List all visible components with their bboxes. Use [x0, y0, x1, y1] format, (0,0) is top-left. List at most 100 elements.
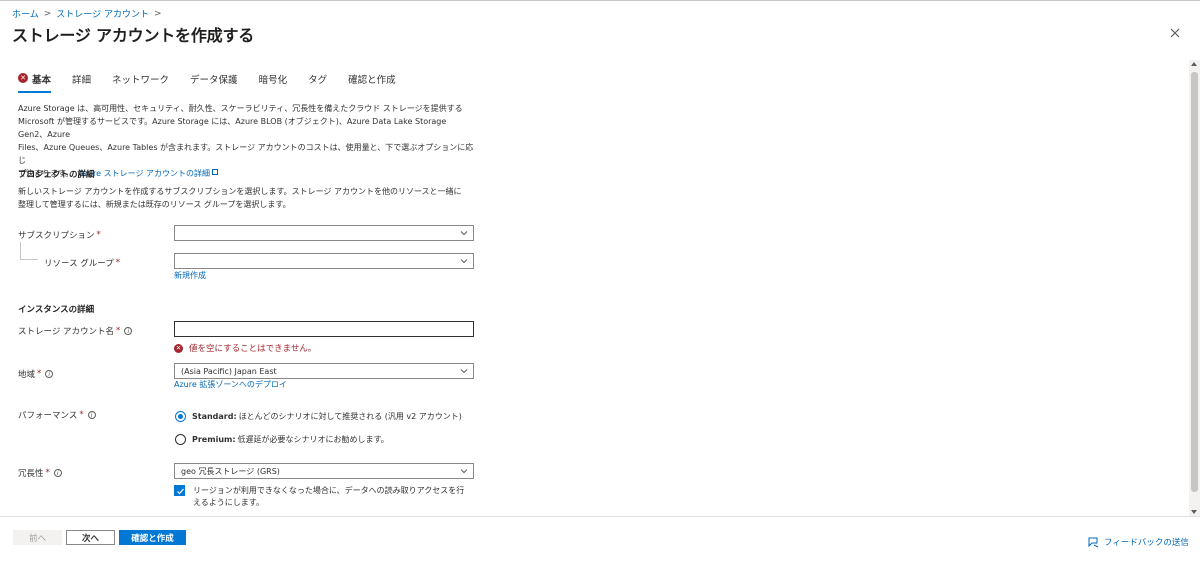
redundancy-dropdown[interactable]: geo 冗長ストレージ (GRS): [174, 463, 474, 479]
required-marker: *: [37, 369, 42, 379]
option-title: Standard:: [192, 412, 237, 421]
required-marker: *: [115, 258, 121, 268]
error-icon: ✕: [18, 73, 28, 83]
resource-group-dropdown[interactable]: [174, 253, 474, 269]
error-text: 値を空にすることはできません。: [189, 344, 317, 354]
wizard-tabs: ✕ 基本 詳細 ネットワーク データ保護 暗号化 タグ 確認と作成: [18, 72, 417, 94]
dropdown-value: (Asia Pacific) Japan East: [181, 366, 277, 376]
required-marker: *: [116, 326, 121, 336]
performance-label: パフォーマンス * i: [18, 409, 96, 421]
tab-data-protection[interactable]: データ保護: [190, 72, 238, 94]
more-options-icon[interactable]: ···: [211, 27, 225, 40]
region-label: 地域 * i: [18, 368, 54, 380]
tab-label: 暗号化: [258, 75, 288, 86]
required-marker: *: [45, 468, 50, 478]
footer-divider: [0, 516, 1200, 517]
radio-unselected[interactable]: [175, 434, 186, 445]
info-icon[interactable]: i: [124, 327, 133, 335]
tab-basics[interactable]: ✕ 基本: [18, 72, 52, 94]
vertical-scrollbar[interactable]: [1189, 60, 1200, 516]
tab-label: 基本: [32, 75, 52, 86]
external-link-icon: [212, 169, 218, 175]
performance-premium-option[interactable]: Premium: 低遅延が必要なシナリオにお勧めします。: [175, 434, 389, 445]
label-text: 冗長性: [18, 469, 44, 479]
intro-line: Azure Storage は、高可用性、セキュリティ、耐久性、スケーラビリティ…: [18, 104, 463, 113]
label-text: パフォーマンス: [18, 411, 78, 421]
label-text: ストレージ アカウント名: [18, 327, 115, 337]
tab-review-create[interactable]: 確認と作成: [348, 72, 396, 94]
region-dropdown[interactable]: (Asia Pacific) Japan East: [174, 363, 474, 379]
description-line: 整理して管理するには、新規または既存のリソース グループを選択します。: [18, 200, 291, 209]
name-error-message: ✕ 値を空にすることはできません。: [174, 342, 316, 354]
breadcrumb-home[interactable]: ホーム: [12, 7, 39, 20]
instance-details-heading: インスタンスの詳細: [18, 305, 95, 315]
scroll-up-arrow-icon[interactable]: [1191, 62, 1197, 66]
option-text: ほとんどのシナリオに対して推奨される (汎用 v2 アカウント): [238, 412, 462, 421]
checkbox-label-line: えるようにします。: [193, 498, 264, 507]
subscription-dropdown[interactable]: [174, 225, 474, 241]
tab-tags[interactable]: タグ: [308, 72, 327, 94]
top-border: [0, 0, 1200, 1]
read-access-checkbox-row[interactable]: リージョンが利用できなくなった場合に、データへの読み取りアクセスを行 えるように…: [174, 485, 474, 509]
read-access-text: リージョンが利用できなくなった場合に、データへの読み取りアクセスを行 えるように…: [193, 485, 464, 509]
storage-account-name-input[interactable]: [174, 321, 474, 337]
project-details-heading: プロジェクトの詳細: [18, 170, 95, 180]
info-icon[interactable]: i: [45, 370, 54, 378]
checkbox-label-line: リージョンが利用できなくなった場合に、データへの読み取りアクセスを行: [193, 486, 465, 495]
next-button[interactable]: 次へ: [66, 530, 115, 545]
description-line: 新しいストレージ アカウントを作成するサブスクリプションを選択します。ストレージ…: [18, 187, 462, 196]
create-new-link[interactable]: 新規作成: [174, 270, 206, 281]
breadcrumb-separator: >: [153, 8, 162, 19]
dropdown-value: geo 冗長ストレージ (GRS): [181, 466, 280, 476]
edge-zone-link[interactable]: Azure 拡張ゾーンへのデプロイ: [174, 379, 287, 390]
read-access-checkbox[interactable]: [174, 485, 185, 496]
form-scroll-area: Azure Storage は、高可用性、セキュリティ、耐久性、スケーラビリティ…: [0, 96, 1188, 516]
option-title: Premium:: [192, 435, 236, 444]
scroll-down-arrow-icon[interactable]: [1191, 510, 1197, 514]
label-text: リソース グループ: [44, 259, 114, 269]
performance-standard-option[interactable]: Standard: ほとんどのシナリオに対して推奨される (汎用 v2 アカウン…: [175, 411, 462, 422]
chevron-down-icon: [460, 369, 468, 374]
breadcrumb-separator: >: [43, 8, 52, 19]
subscription-label: サブスクリプション *: [18, 229, 101, 241]
scrollbar-thumb[interactable]: [1191, 72, 1198, 492]
chevron-down-icon: [460, 469, 468, 474]
tab-label: タグ: [308, 75, 328, 86]
radio-selected[interactable]: [175, 411, 186, 422]
info-icon[interactable]: i: [53, 469, 62, 477]
checkmark-icon: [177, 488, 184, 495]
previous-button[interactable]: 前へ: [13, 530, 62, 545]
feedback-link[interactable]: フィードバックの送信: [1087, 536, 1189, 548]
close-icon[interactable]: [1168, 26, 1182, 40]
resource-group-label: リソース グループ *: [44, 257, 120, 269]
redundancy-label: 冗長性 * i: [18, 467, 62, 479]
tab-encryption[interactable]: 暗号化: [259, 72, 288, 94]
feedback-text: フィードバックの送信: [1104, 538, 1189, 548]
project-details-description: 新しいストレージ アカウントを作成するサブスクリプションを選択します。ストレージ…: [18, 185, 478, 211]
label-text: 地域: [18, 370, 36, 380]
storage-account-name-label: ストレージ アカウント名 * i: [18, 325, 133, 337]
required-marker: *: [96, 230, 101, 240]
chevron-down-icon: [460, 259, 468, 264]
intro-line: Files、Azure Queues、Azure Tables が含まれます。ス…: [18, 143, 474, 165]
tab-label: 詳細: [72, 75, 92, 86]
intro-line: Microsoft が管理するサービスです。Azure Storage には、A…: [18, 117, 447, 139]
required-marker: *: [79, 410, 84, 420]
learn-more-link[interactable]: Azure ストレージ アカウントの詳細: [78, 169, 210, 178]
chevron-down-icon: [460, 231, 468, 236]
tab-advanced[interactable]: 詳細: [72, 72, 91, 94]
label-text: サブスクリプション: [18, 231, 95, 241]
tab-label: 確認と作成: [348, 75, 396, 86]
feedback-icon: [1088, 537, 1099, 548]
tree-connector: [20, 242, 21, 259]
tab-label: ネットワーク: [112, 75, 170, 86]
tab-networking[interactable]: ネットワーク: [112, 72, 169, 94]
option-text: 低遅延が必要なシナリオにお勧めします。: [237, 435, 389, 444]
tree-connector: [20, 259, 38, 260]
info-icon[interactable]: i: [87, 411, 96, 419]
tab-label: データ保護: [190, 75, 238, 86]
review-create-button[interactable]: 確認と作成: [119, 530, 186, 545]
breadcrumb-storage-accounts[interactable]: ストレージ アカウント: [56, 7, 149, 20]
error-icon: ✕: [174, 343, 183, 353]
breadcrumb: ホーム > ストレージ アカウント >: [12, 7, 167, 21]
